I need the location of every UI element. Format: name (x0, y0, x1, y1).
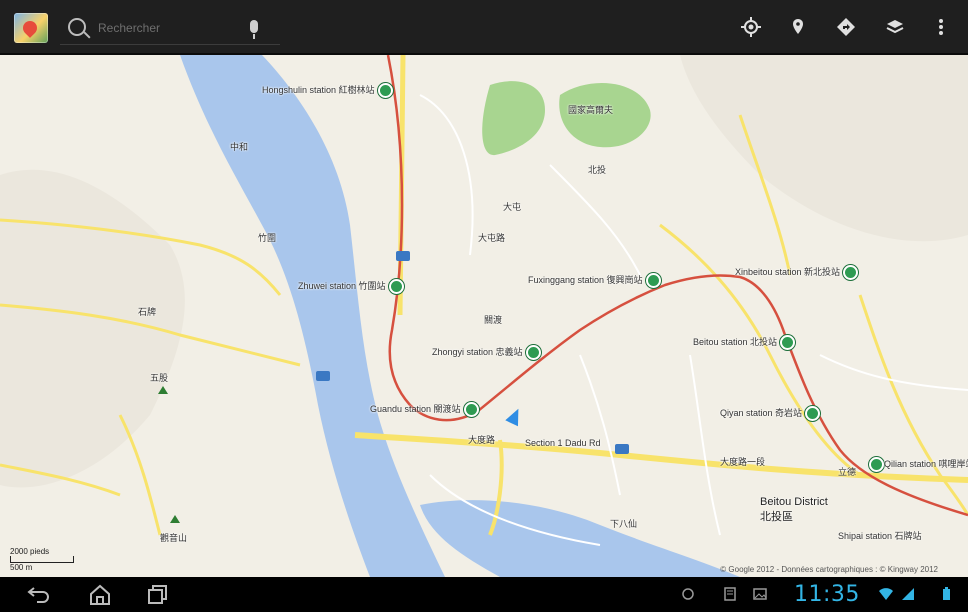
area-label: 五股 (150, 373, 169, 383)
area-label: 大屯 (503, 202, 522, 212)
district-label: Beitou District 北投區 (760, 496, 828, 523)
signal-icon (900, 587, 916, 601)
microphone-icon[interactable] (250, 20, 258, 39)
metro-station-icon (377, 83, 393, 99)
park-area (482, 81, 545, 156)
mountain-peak-icon (158, 386, 168, 394)
river (420, 500, 740, 577)
metro-station-icon (463, 402, 479, 418)
station-label[interactable]: Zhuwei station 竹圍站 (298, 279, 404, 295)
station-label[interactable]: Guandu station 關渡站 (370, 402, 479, 418)
places-icon[interactable] (787, 16, 809, 38)
app-icon[interactable] (14, 13, 48, 43)
search-bar[interactable] (60, 12, 280, 45)
station-label[interactable]: Qiyan station 奇岩站 (720, 406, 821, 422)
metro-station-icon (645, 273, 661, 289)
station-label[interactable]: Beitou station 北投站 (693, 335, 796, 351)
battery-icon (938, 587, 954, 601)
area-label: 北投 (588, 165, 607, 175)
road-marker (615, 444, 629, 454)
area-label: 大屯路 (478, 233, 506, 243)
home-icon[interactable] (86, 583, 114, 607)
road-label: 大度路 (468, 435, 496, 445)
area-label: 關渡 (484, 315, 503, 325)
sd-card-icon (722, 587, 738, 601)
directions-icon[interactable] (835, 16, 857, 38)
road-marker (316, 371, 330, 381)
metro-station-icon (869, 457, 884, 473)
metro-station-icon (388, 279, 404, 295)
metro-station-icon (805, 406, 821, 422)
area-label: 中和 (230, 142, 249, 152)
station-label[interactable]: Zhongyi station 忠義站 (432, 345, 541, 361)
area-label: 觀音山 (160, 533, 188, 543)
map-attribution: © Google 2012 - Données cartographiques … (720, 565, 938, 574)
search-icon (68, 18, 86, 36)
status-clock: 11:35 (794, 582, 860, 607)
area-label: 竹圍 (258, 233, 277, 243)
map-canvas[interactable]: Hongshulin station 紅樹林站 Zhuwei station 竹… (0, 55, 968, 577)
road-marker (396, 251, 410, 261)
image-icon (752, 587, 768, 601)
metro-station-icon (843, 265, 859, 281)
station-label[interactable]: Xinbeitou station 新北投站 (735, 265, 859, 281)
action-bar (0, 0, 968, 55)
back-icon[interactable] (24, 583, 52, 607)
search-input[interactable] (96, 16, 240, 40)
wifi-icon (878, 587, 894, 601)
metro-station-icon (780, 335, 796, 351)
overflow-menu-icon[interactable] (930, 16, 952, 38)
system-navigation-bar: 11:35 (0, 577, 968, 612)
station-label[interactable]: Hongshulin station 紅樹林站 (262, 83, 393, 99)
scale-bar: 2000 pieds 500 m (10, 547, 74, 572)
area-label: 下八仙 (610, 519, 638, 529)
road-label: 大度路一段 (720, 457, 766, 467)
maps-app: Hongshulin station 紅樹林站 Zhuwei station 竹… (0, 0, 968, 612)
mountain-peak-icon (170, 515, 180, 523)
river (180, 55, 445, 577)
road-label: Section 1 Dadu Rd (525, 438, 601, 448)
my-location-icon[interactable] (740, 16, 762, 38)
usb-icon (680, 587, 696, 601)
layers-icon[interactable] (884, 16, 906, 38)
station-label[interactable]: Qilian station 唭哩岸站 (866, 457, 968, 473)
metro-station-icon (525, 345, 541, 361)
area-label: 石牌 (138, 307, 157, 317)
area-label: 立德 (838, 467, 857, 477)
recent-apps-icon[interactable] (144, 583, 172, 607)
station-label[interactable]: Fuxinggang station 復興崗站 (528, 273, 661, 289)
area-label: 國家高爾夫 (568, 105, 614, 115)
station-label[interactable]: Shipai station 石牌站 (838, 529, 922, 542)
